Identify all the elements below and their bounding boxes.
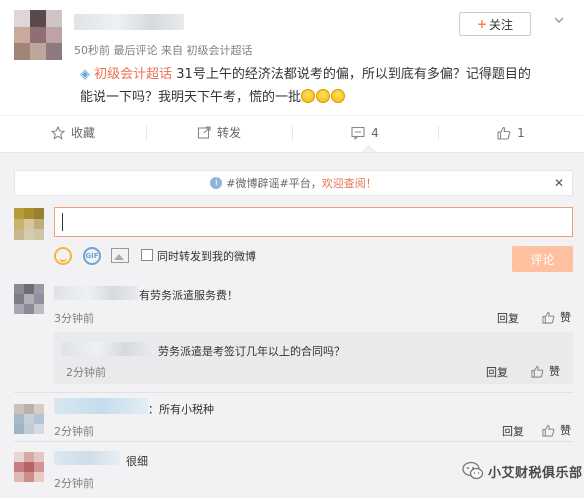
comment-textbox[interactable] (55, 208, 572, 236)
commenter-avatar[interactable] (14, 452, 44, 482)
thumbs-up-icon (542, 311, 555, 324)
post-text-line1: 31号上午的经济法都说考的偏，所以到底有多偏？记得题目的 (172, 67, 531, 82)
topic-link[interactable]: 初级会计超话 (94, 67, 172, 82)
text-cursor (62, 213, 63, 231)
repost-button[interactable]: 转发 (146, 116, 292, 149)
emoji-icon[interactable] (54, 247, 72, 265)
comment-panel-caret (362, 145, 376, 152)
like-label: 赞 (560, 311, 571, 324)
reply-button[interactable]: 回复 (486, 364, 508, 380)
poster-name-blurred[interactable] (74, 14, 184, 30)
reply-button[interactable]: 回复 (497, 310, 519, 326)
crying-face-icon (301, 89, 316, 103)
info-icon: i (210, 177, 223, 189)
watermark-text: 小艾财税俱乐部 (488, 465, 583, 481)
comment-text: 有劳务派遣服务费！ (139, 289, 238, 302)
post-body: ◈ 初级会计超话 31号上午的经济法都说考的偏，所以到底有多偏？记得题目的 能说… (80, 63, 575, 109)
notice-link[interactable]: 欢迎查阅！ (322, 175, 377, 191)
star-icon (50, 125, 65, 140)
repost-icon (197, 125, 211, 139)
thumbs-up-icon (497, 126, 511, 140)
chevron-down-icon[interactable] (553, 14, 565, 26)
image-upload-icon[interactable] (111, 248, 129, 263)
comment-time: 2分钟前 (54, 477, 94, 490)
like-label: 赞 (560, 424, 571, 437)
follow-button[interactable]: + 关注 (459, 12, 531, 36)
plus-icon: + (476, 17, 488, 31)
like-count: 1 (517, 125, 525, 140)
notice-tag[interactable]: #微博辟谣#平台， (226, 175, 321, 191)
favorite-button[interactable]: 收藏 (0, 116, 146, 149)
comment-input[interactable] (54, 207, 573, 237)
commenter-name-blurred[interactable] (54, 286, 138, 300)
reply-text: 劳务派遣是考签订几年以上的合同吗？ (158, 345, 345, 358)
super-topic-icon: ◈ (80, 67, 90, 82)
poster-avatar[interactable] (14, 10, 62, 60)
comment-time: 3分钟前 (54, 312, 94, 325)
commenter-avatar[interactable] (14, 284, 44, 314)
comment-like-button[interactable]: 赞 (542, 422, 571, 438)
submit-comment-button[interactable]: 评论 (512, 246, 573, 272)
comment-count: 4 (371, 125, 379, 140)
comment-time: 2分钟前 (54, 425, 94, 438)
like-label: 赞 (549, 365, 560, 378)
comment-divider (14, 441, 573, 442)
rumor-notice-bar: i #微博辟谣#平台， 欢迎查阅！ (14, 170, 573, 196)
follow-label: 关注 (489, 17, 514, 32)
reply-time: 2分钟前 (66, 366, 106, 379)
commenter-avatar[interactable] (14, 404, 44, 434)
close-icon[interactable]: ✕ (554, 176, 564, 190)
comment-icon (351, 126, 365, 140)
comment-divider (14, 392, 573, 393)
comment-like-button[interactable]: 赞 (542, 309, 571, 325)
repost-label: 转发 (216, 126, 241, 140)
crying-face-icon (331, 89, 346, 103)
comment-text: 很细 (126, 455, 148, 468)
gif-icon[interactable]: GIF (83, 247, 101, 265)
repost-checkbox[interactable] (141, 249, 153, 261)
replier-name-blurred[interactable] (62, 342, 152, 356)
crying-face-icon (316, 89, 331, 103)
my-avatar[interactable] (14, 208, 44, 240)
favorite-label: 收藏 (70, 126, 95, 140)
commenter-name-blurred[interactable] (54, 451, 120, 465)
comment-like-button[interactable]: 赞 (531, 363, 560, 379)
post-text-line2: 能说一下吗？我明天下午考，慌的一批 (80, 90, 302, 105)
post-meta: 50秒前 最后评论 来自 初级会计超话 (74, 44, 253, 57)
repost-checkbox-label[interactable]: 同时转发到我的微博 (157, 248, 256, 264)
commenter-name-blurred[interactable] (54, 398, 148, 414)
watermark: 小艾财税俱乐部 (462, 461, 583, 481)
reply-button[interactable]: 回复 (502, 423, 524, 439)
comment-text: ：所有小税种 (148, 403, 214, 416)
wechat-logo-icon (462, 461, 484, 480)
like-button[interactable]: 1 (438, 116, 584, 149)
post-action-bar: 收藏 转发 4 1 (0, 115, 584, 149)
thumbs-up-icon (542, 424, 555, 437)
thumbs-up-icon (531, 365, 544, 378)
